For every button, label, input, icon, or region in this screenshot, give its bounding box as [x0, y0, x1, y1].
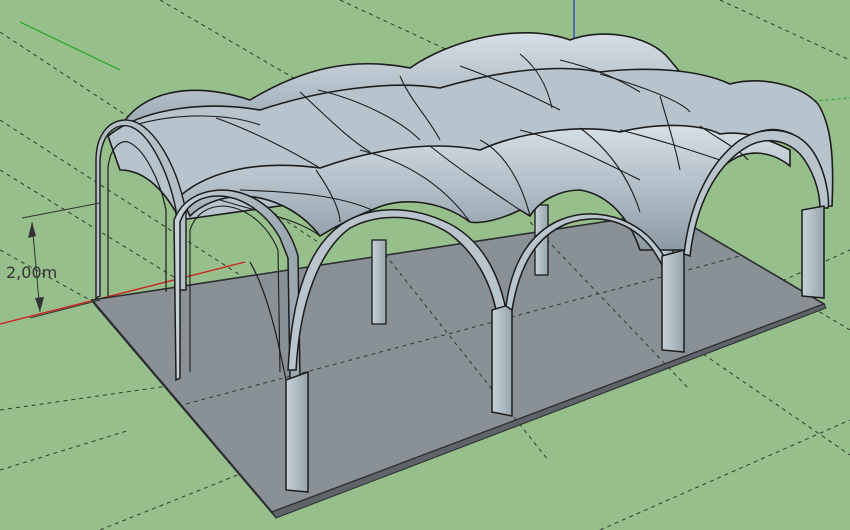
dimension-label: 2,00m — [6, 263, 57, 282]
model-viewport[interactable]: 2,00m — [0, 0, 850, 530]
